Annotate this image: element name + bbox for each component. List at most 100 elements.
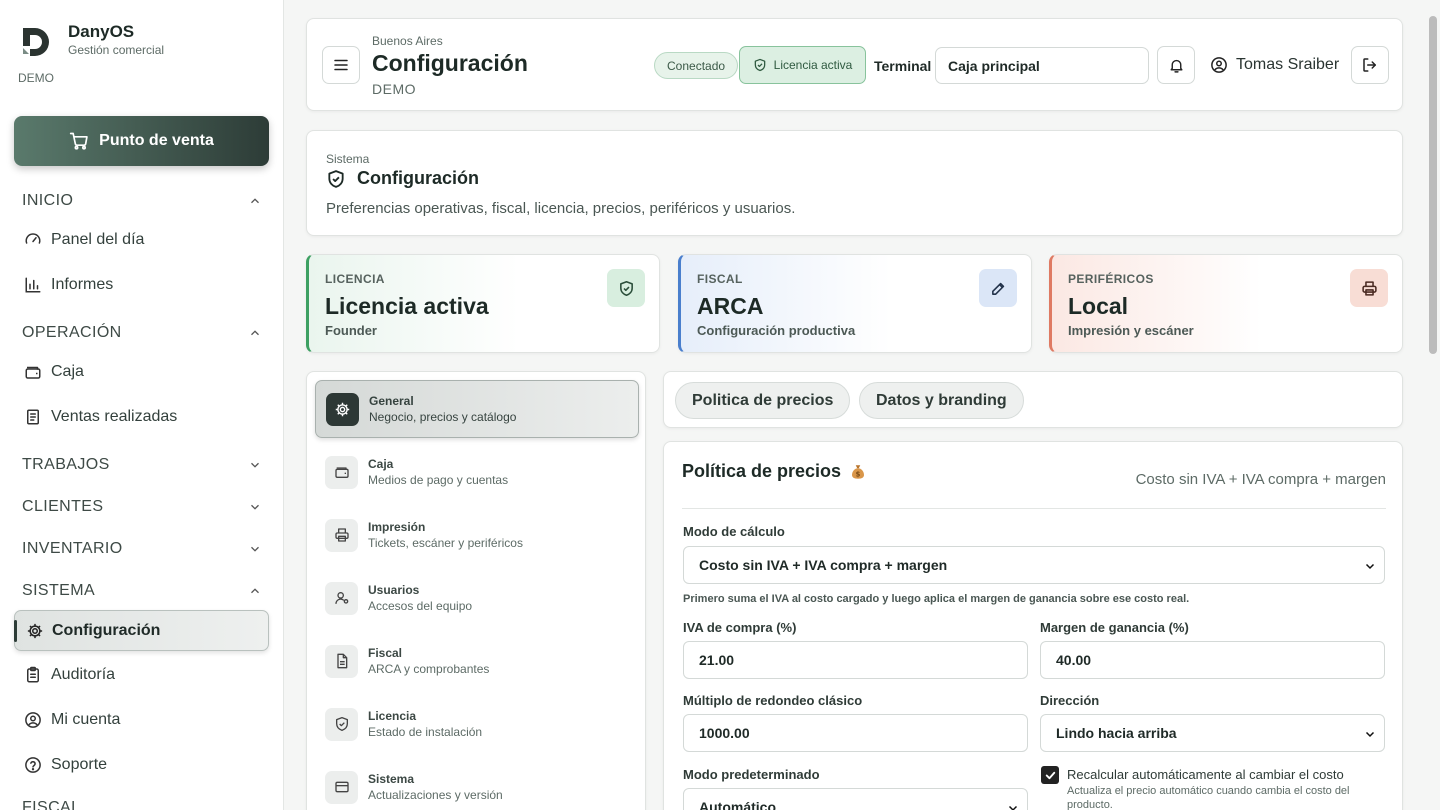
sidebar-section-operacion[interactable]: OPERACIÓN (22, 324, 262, 342)
stat-card-perifericos[interactable]: PERIFÉRICOS Local Impresión y escáner (1049, 254, 1403, 353)
settings-nav-impresion[interactable]: Impresión Tickets, escáner y periféricos (315, 506, 639, 564)
bell-icon (1169, 59, 1183, 73)
shield-check-icon (328, 169, 344, 188)
sidebar-item-soporte[interactable]: Soporte (24, 756, 264, 774)
sidebar-item-caja[interactable]: Caja (24, 363, 264, 381)
sidebar-item-configuracion[interactable]: Configuración (14, 610, 269, 651)
sidebar-item-informes[interactable]: Informes (24, 276, 264, 294)
direction-select[interactable]: Lindo hacia arriba (1040, 714, 1385, 752)
sidebar-section-inicio[interactable]: INICIO (22, 192, 262, 210)
mode-hint: Primero suma el IVA al costo cargado y l… (683, 593, 1190, 605)
pos-button[interactable]: Punto de venta (14, 116, 269, 166)
margin-input[interactable]: 40.00 (1040, 641, 1385, 679)
user-menu[interactable]: Tomas Sraiber (1210, 56, 1339, 74)
cart-icon (69, 132, 88, 150)
stat-eyebrow: LICENCIA (325, 272, 385, 286)
tab-datos-branding[interactable]: Datos y branding (859, 382, 1024, 419)
stat-card-fiscal[interactable]: FISCAL ARCA Configuración productiva (678, 254, 1032, 353)
shield-check-icon (607, 269, 645, 307)
logout-button[interactable] (1351, 46, 1389, 84)
tab-politica-precios[interactable]: Politica de precios (675, 382, 851, 419)
iva-input[interactable]: 21.00 (683, 641, 1028, 679)
sidebar-item-label: Informes (51, 276, 114, 293)
logout-icon (1363, 58, 1376, 72)
sidebar-item-ventas[interactable]: Ventas realizadas (24, 408, 264, 426)
chevron-down-icon (1365, 563, 1375, 570)
brand-logo (18, 24, 54, 60)
sidebar-section-inventario[interactable]: INVENTARIO (22, 540, 262, 558)
money-bag-icon: $ (852, 464, 865, 479)
chevron-down-icon (251, 546, 259, 552)
sidebar-section-clientes[interactable]: CLIENTES (22, 498, 262, 516)
settings-tabs: Politica de precios Datos y branding (663, 371, 1403, 428)
sidebar-section-label: INVENTARIO (22, 540, 123, 557)
default-mode-select[interactable]: Automático (683, 788, 1028, 810)
license-pill-label: Licencia activa (773, 58, 853, 72)
sidebar-section-sistema[interactable]: SISTEMA (22, 582, 262, 600)
section-description: Preferencias operativas, fiscal, licenci… (326, 200, 796, 217)
help-circle-icon (25, 757, 41, 773)
settings-nav-subtitle: Actualizaciones y versión (368, 787, 503, 802)
printer-icon (325, 518, 358, 552)
receipt-icon (27, 409, 39, 425)
sidebar-item-label: Soporte (51, 756, 108, 773)
terminal-input[interactable] (935, 47, 1149, 84)
sidebar-section-label: OPERACIÓN (22, 324, 122, 341)
rounding-input[interactable]: 1000.00 (683, 714, 1028, 752)
user-circle-icon (25, 712, 41, 728)
sidebar-section-label: INICIO (22, 192, 74, 209)
pricing-title-text: Política de precios (682, 461, 842, 481)
pricing-summary: Costo sin IVA + IVA compra + margen (1135, 471, 1386, 488)
stat-card-licencia[interactable]: LICENCIA Licencia activa Founder (306, 254, 660, 353)
card-icon (325, 770, 358, 804)
brand-name: DanyOS (68, 22, 135, 41)
stat-value: ARCA (697, 293, 764, 319)
settings-nav-general[interactable]: General Negocio, precios y catálogo (315, 380, 639, 438)
settings-nav-licencia[interactable]: Licencia Estado de instalación (315, 695, 639, 753)
chevron-down-icon (1365, 731, 1375, 738)
settings-nav-subtitle: Estado de instalación (368, 724, 483, 739)
sidebar-item-mi-cuenta[interactable]: Mi cuenta (24, 711, 264, 729)
iva-label: IVA de compra (%) (683, 620, 797, 635)
sidebar-section-trabajos[interactable]: TRABAJOS (22, 456, 262, 474)
sidebar-section-fiscal[interactable]: FISCAL (22, 799, 262, 810)
settings-nav-subtitle: Negocio, precios y catálogo (369, 409, 517, 424)
settings-nav-title: Licencia (368, 708, 417, 723)
section-title-text: Configuración (357, 168, 479, 188)
calculation-mode-select[interactable]: Costo sin IVA + IVA compra + margen (683, 546, 1385, 584)
page-scrollbar[interactable] (1429, 16, 1437, 354)
sidebar-item-panel[interactable]: Panel del día (24, 231, 264, 249)
settings-nav-title: Usuarios (368, 582, 420, 597)
clipboard-icon (27, 666, 39, 683)
stat-subtitle: Configuración productiva (697, 323, 856, 338)
sidebar-section-label: TRABAJOS (22, 456, 110, 473)
chevron-up-icon (251, 198, 259, 204)
recalc-hint: Actualiza el precio automático cuando ca… (1067, 785, 1350, 810)
settings-nav-title: Sistema (368, 771, 415, 786)
settings-nav-title: Caja (368, 456, 394, 471)
select-value: Costo sin IVA + IVA compra + margen (699, 557, 948, 573)
settings-nav-caja[interactable]: Caja Medios de pago y cuentas (315, 443, 639, 501)
input-value: 40.00 (1056, 652, 1092, 668)
header-city: Buenos Aires (372, 34, 443, 48)
settings-nav-usuarios[interactable]: Usuarios Accesos del equipo (315, 569, 639, 627)
settings-nav-sistema[interactable]: Sistema Actualizaciones y versión (315, 758, 639, 810)
margin-label: Margen de ganancia (%) (1040, 620, 1189, 635)
license-status-button[interactable]: Licencia activa (739, 46, 866, 84)
printer-icon (1350, 269, 1388, 307)
user-circle-icon (1211, 57, 1227, 73)
sidebar-item-auditoria[interactable]: Auditoría (24, 666, 264, 684)
select-value: Lindo hacia arriba (1056, 725, 1177, 741)
brand[interactable]: DanyOS Gestión comercial (18, 22, 164, 60)
menu-button[interactable] (322, 46, 360, 84)
stat-value: Local (1068, 293, 1129, 319)
top-header: Buenos Aires Configuración DEMO Conectad… (306, 18, 1403, 111)
notifications-button[interactable] (1157, 46, 1195, 84)
sidebar: DanyOS Gestión comercial DEMO Punto de v… (0, 0, 284, 810)
recalc-checkbox[interactable] (1041, 766, 1059, 784)
sidebar-section-label: CLIENTES (22, 498, 104, 515)
settings-nav-subtitle: Tickets, escáner y periféricos (368, 535, 523, 550)
sidebar-section-label: SISTEMA (22, 582, 96, 599)
settings-nav-fiscal[interactable]: Fiscal ARCA y comprobantes (315, 632, 639, 690)
direction-label: Dirección (1040, 693, 1100, 708)
